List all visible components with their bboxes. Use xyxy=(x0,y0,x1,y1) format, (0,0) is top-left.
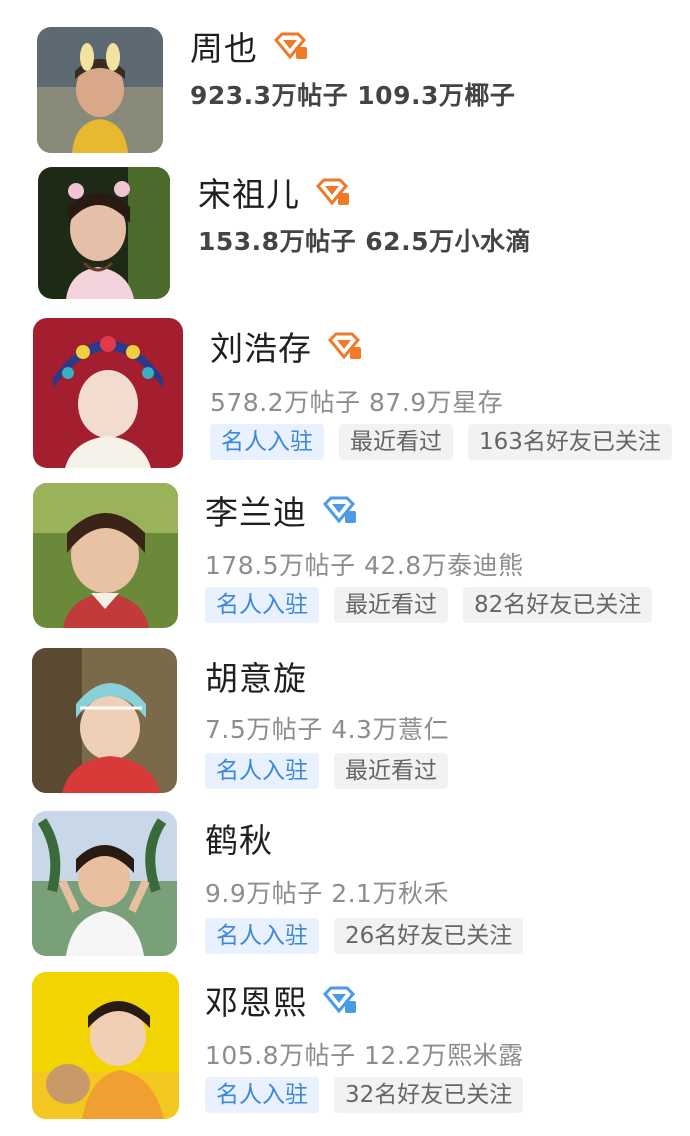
forum-name: 胡意旋 xyxy=(205,659,307,698)
list-item[interactable]: 李兰迪 178.5万帖子 42.8万泰迪熊 名人入驻 最近看过 82名好友已关注 xyxy=(0,475,690,638)
list-item[interactable]: 鹤秋 9.9万帖子 2.1万秋禾 名人入驻 26名好友已关注 xyxy=(0,800,690,962)
recently-viewed-tag: 最近看过 xyxy=(334,753,448,789)
forum-name: 鹤秋 xyxy=(205,821,273,860)
orange-gem-badge-icon xyxy=(314,177,350,207)
friends-following-tag: 82名好友已关注 xyxy=(463,587,653,623)
forum-name: 刘浩存 xyxy=(210,329,312,368)
forum-name: 周也 xyxy=(190,29,258,68)
list-item[interactable]: 周也 923.3万帖子 109.3万椰子 xyxy=(0,0,690,160)
avatar[interactable] xyxy=(32,972,179,1119)
forum-name: 邓恩熙 xyxy=(205,983,307,1022)
blue-gem-badge-icon xyxy=(321,495,357,525)
forum-stats: 578.2万帖子 87.9万星存 xyxy=(210,388,504,417)
list-item[interactable]: 胡意旋 7.5万帖子 4.3万薏仁 名人入驻 最近看过 xyxy=(0,638,690,800)
orange-gem-badge-icon xyxy=(272,31,308,61)
recently-viewed-tag: 最近看过 xyxy=(339,424,453,460)
friends-following-tag: 163名好友已关注 xyxy=(468,424,672,460)
tag-row: 名人入驻 26名好友已关注 xyxy=(205,918,538,954)
forum-stats: 178.5万帖子 42.8万泰迪熊 xyxy=(205,551,524,580)
celebrity-tag: 名人入驻 xyxy=(205,753,319,789)
avatar[interactable] xyxy=(38,167,170,299)
forum-name: 宋祖儿 xyxy=(198,175,300,214)
avatar[interactable] xyxy=(33,318,183,468)
tag-row: 名人入驻 最近看过 82名好友已关注 xyxy=(205,587,667,623)
avatar[interactable] xyxy=(32,648,177,793)
recently-viewed-tag: 最近看过 xyxy=(334,587,448,623)
avatar[interactable] xyxy=(33,483,178,628)
tag-row: 名人入驻 最近看过 163名好友已关注 xyxy=(210,424,687,460)
forum-stats: 9.9万帖子 2.1万秋禾 xyxy=(205,879,449,908)
forum-stats: 7.5万帖子 4.3万薏仁 xyxy=(205,715,449,744)
tag-row: 名人入驻 最近看过 xyxy=(205,753,463,789)
blue-gem-badge-icon xyxy=(321,985,357,1015)
forum-name: 李兰迪 xyxy=(205,493,307,532)
list-item[interactable]: 邓恩熙 105.8万帖子 12.2万熙米露 名人入驻 32名好友已关注 xyxy=(0,962,690,1136)
friends-following-tag: 32名好友已关注 xyxy=(334,1077,524,1113)
celebrity-tag: 名人入驻 xyxy=(205,1077,319,1113)
forum-stats: 923.3万帖子 109.3万椰子 xyxy=(190,81,516,110)
celebrity-tag: 名人入驻 xyxy=(205,587,319,623)
forum-stats: 153.8万帖子 62.5万小水滴 xyxy=(198,227,531,256)
celebrity-tag: 名人入驻 xyxy=(210,424,324,460)
friends-following-tag: 26名好友已关注 xyxy=(334,918,524,954)
avatar[interactable] xyxy=(37,27,163,153)
list-item[interactable]: 刘浩存 578.2万帖子 87.9万星存 名人入驻 最近看过 163名好友已关注 xyxy=(0,310,690,475)
forum-result-list: 周也 923.3万帖子 109.3万椰子 宋祖儿 153.8万帖子 62.5万小… xyxy=(0,0,690,1136)
list-item[interactable]: 宋祖儿 153.8万帖子 62.5万小水滴 xyxy=(0,160,690,310)
celebrity-tag: 名人入驻 xyxy=(205,918,319,954)
avatar[interactable] xyxy=(32,811,177,956)
orange-gem-badge-icon xyxy=(326,331,362,361)
forum-stats: 105.8万帖子 12.2万熙米露 xyxy=(205,1041,524,1070)
tag-row: 名人入驻 32名好友已关注 xyxy=(205,1077,538,1113)
